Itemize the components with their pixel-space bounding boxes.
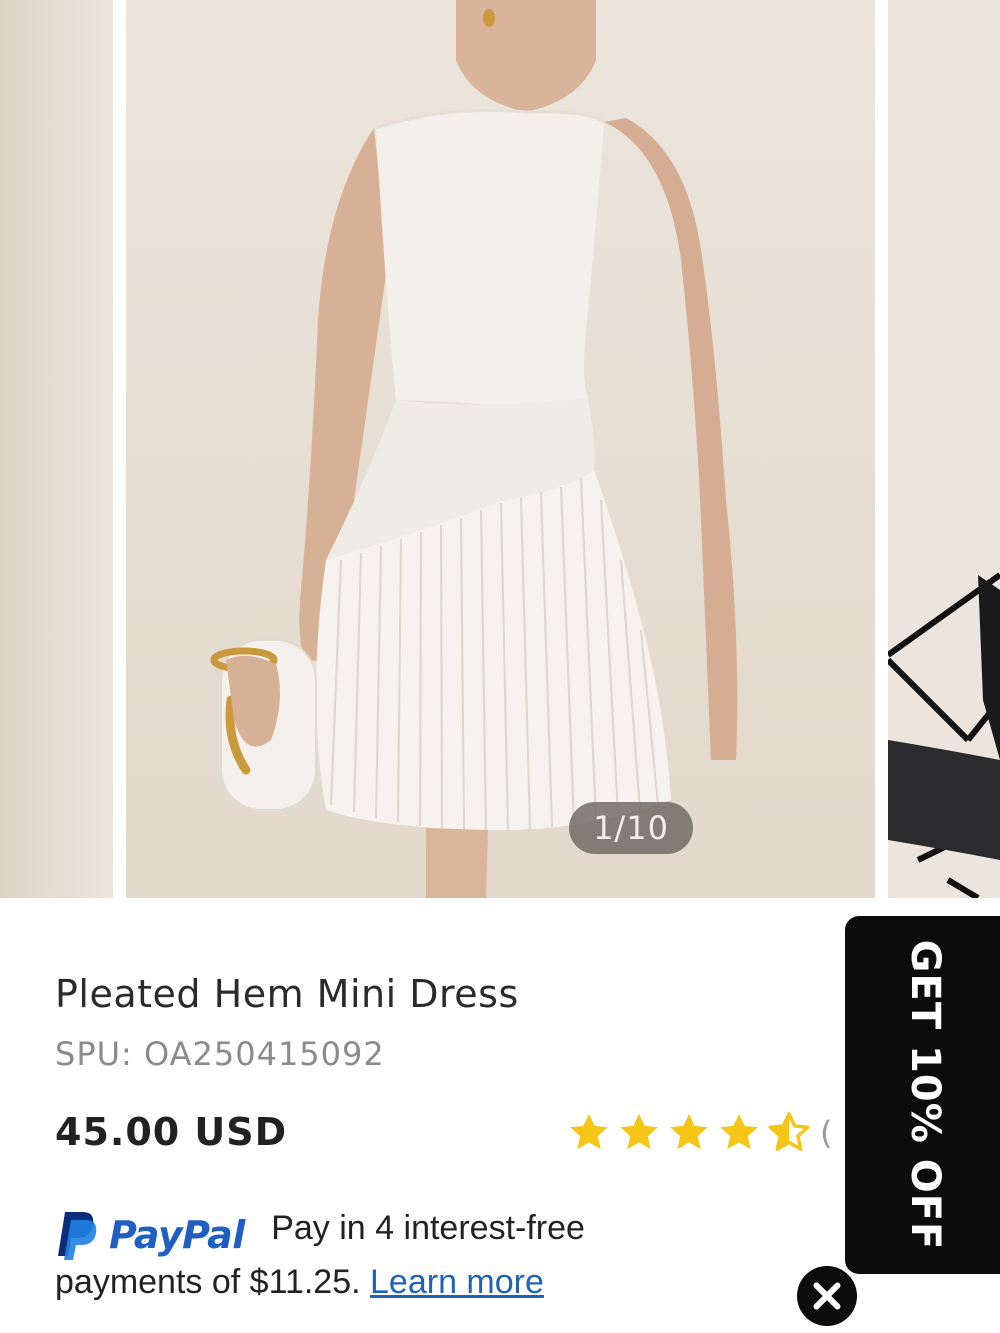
learn-more-link[interactable]: Learn more bbox=[370, 1263, 544, 1301]
paypal-installments-message: PayPal Pay in 4 interest-free payments o… bbox=[55, 1200, 655, 1301]
product-rating[interactable]: ( bbox=[566, 1110, 832, 1156]
next-slide-image[interactable] bbox=[888, 0, 1000, 898]
paypal-message-line1: Pay in 4 interest-free bbox=[271, 1209, 585, 1247]
paypal-logo-icon bbox=[58, 1211, 97, 1260]
previous-slide-backdrop bbox=[0, 0, 113, 898]
close-discount-button[interactable] bbox=[797, 1266, 857, 1326]
star-icon bbox=[570, 1113, 608, 1150]
previous-slide-image[interactable] bbox=[0, 0, 113, 898]
star-icon bbox=[720, 1113, 758, 1150]
star-half-icon bbox=[768, 1112, 810, 1151]
product-spu: SPU: OA250415092 bbox=[55, 1035, 385, 1073]
product-title: Pleated Hem Mini Dress bbox=[55, 972, 519, 1016]
paypal-message-amount: payments of $11.25. bbox=[55, 1263, 371, 1301]
paypal-message-line2: payments of $11.25. Learn more bbox=[55, 1254, 544, 1310]
rating-count[interactable]: ( bbox=[820, 1114, 832, 1152]
star-icon bbox=[620, 1113, 658, 1150]
next-slide-chair-photo bbox=[888, 0, 1000, 898]
model-white-dress-photo bbox=[210, 0, 738, 898]
product-price: 45.00 USD bbox=[55, 1110, 288, 1154]
paypal-logo: PayPal bbox=[55, 1210, 245, 1260]
star-icon bbox=[670, 1113, 708, 1150]
image-counter: 1/10 bbox=[569, 802, 693, 854]
discount-tab-label: GET 10% OFF bbox=[902, 939, 948, 1251]
main-product-image[interactable]: 1/10 bbox=[126, 0, 875, 898]
paypal-wordmark: PayPal bbox=[109, 1212, 245, 1257]
close-icon bbox=[813, 1282, 841, 1310]
get-discount-tab[interactable]: GET 10% OFF bbox=[845, 916, 1000, 1274]
product-image-gallery[interactable]: 1/10 bbox=[0, 0, 1000, 898]
